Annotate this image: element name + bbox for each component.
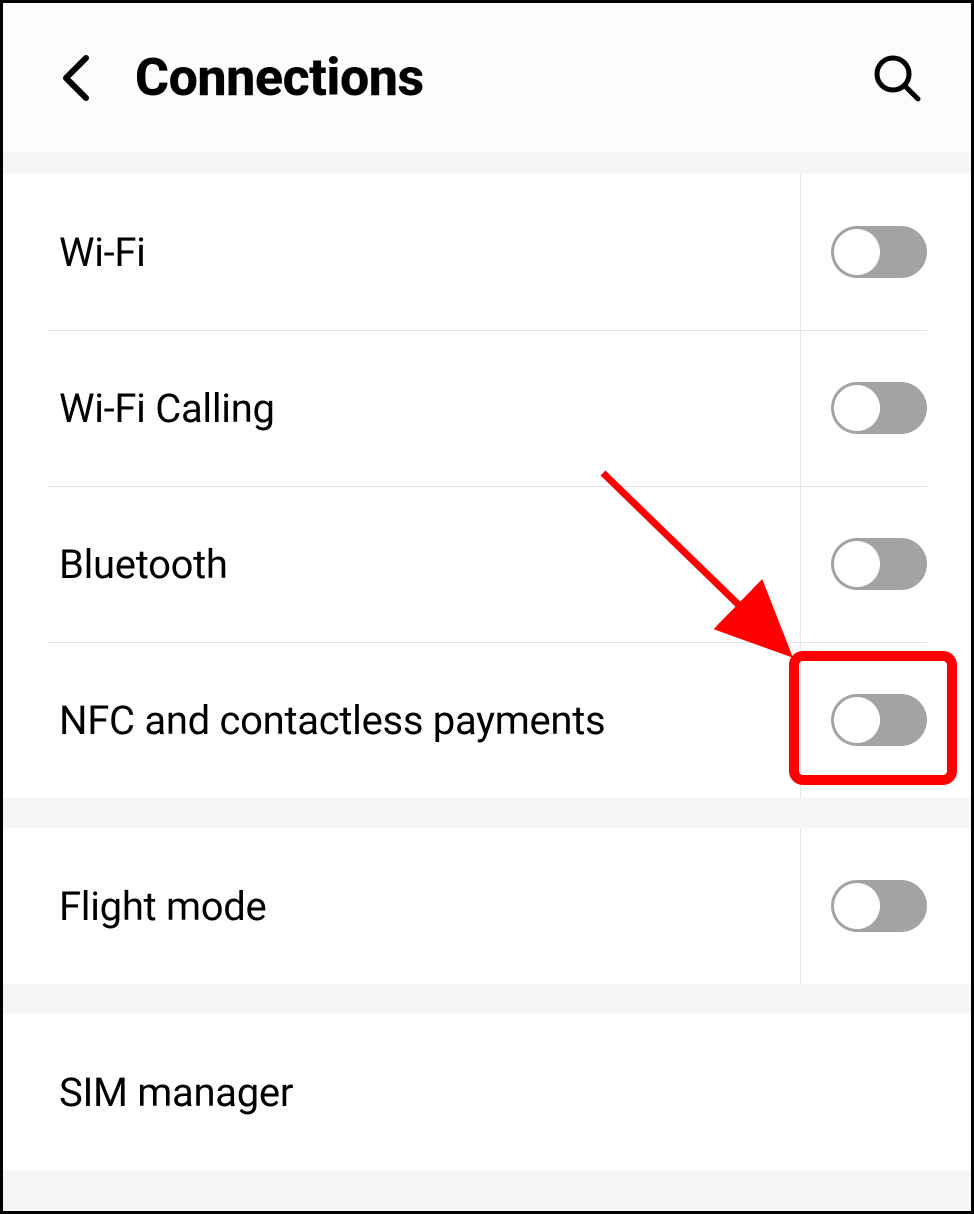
row-nfc[interactable]: NFC and contactless payments (3, 642, 971, 798)
wifi-calling-toggle[interactable] (831, 382, 927, 434)
chevron-left-icon (60, 54, 90, 102)
row-wifi[interactable]: Wi-Fi (3, 174, 971, 330)
row-label: SIM manager (59, 1069, 927, 1116)
toggle-area (800, 828, 927, 984)
settings-group-3: SIM manager (3, 1014, 971, 1170)
row-label: Bluetooth (59, 541, 800, 588)
row-label: Flight mode (59, 883, 800, 930)
flight-mode-toggle[interactable] (831, 880, 927, 932)
toggle-area (800, 174, 927, 330)
row-bluetooth[interactable]: Bluetooth (3, 486, 971, 642)
row-label: Wi-Fi Calling (59, 385, 800, 432)
back-button[interactable] (47, 50, 103, 106)
row-wifi-calling[interactable]: Wi-Fi Calling (3, 330, 971, 486)
search-button[interactable] (867, 48, 927, 108)
row-label: Wi-Fi (59, 229, 800, 276)
settings-list: Wi-Fi Wi-Fi Calling Bluetooth NFC and co… (3, 152, 971, 1211)
settings-group-1: Wi-Fi Wi-Fi Calling Bluetooth NFC and co… (3, 174, 971, 798)
settings-group-2: Flight mode (3, 828, 971, 984)
page-title: Connections (135, 47, 835, 108)
nfc-toggle[interactable] (831, 694, 927, 746)
row-label: NFC and contactless payments (59, 697, 800, 744)
row-flight-mode[interactable]: Flight mode (3, 828, 971, 984)
search-icon (871, 52, 923, 104)
toggle-area (800, 486, 927, 642)
bluetooth-toggle[interactable] (831, 538, 927, 590)
toggle-area (800, 330, 927, 486)
header-bar: Connections (3, 3, 971, 152)
wifi-toggle[interactable] (831, 226, 927, 278)
row-sim-manager[interactable]: SIM manager (3, 1014, 971, 1170)
settings-screen: Connections Wi-Fi Wi-Fi Calling (3, 3, 971, 1211)
toggle-area (800, 642, 927, 798)
